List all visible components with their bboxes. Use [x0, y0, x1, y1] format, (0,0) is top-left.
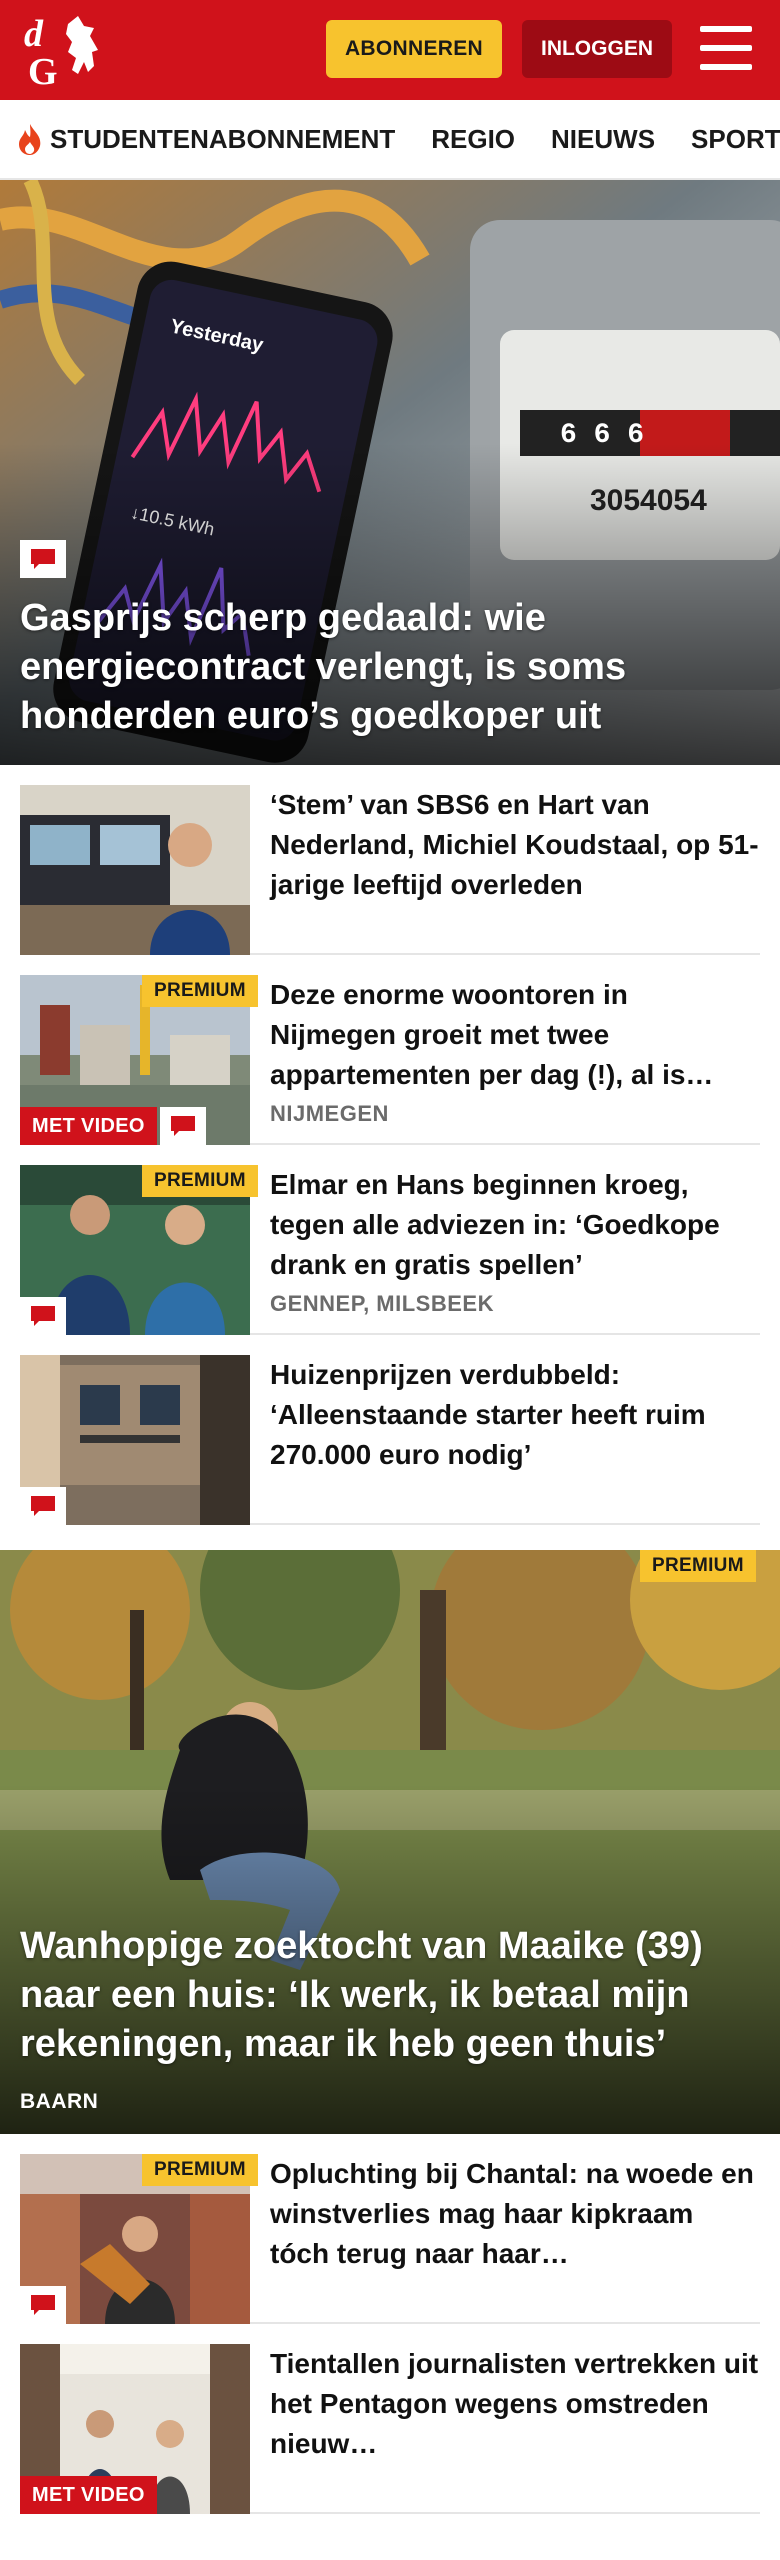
nav-label: STUDENTENABONNEMENT [50, 123, 396, 154]
comment-icon [20, 2286, 66, 2324]
article-title: Opluchting bij Chantal: na woede en wins… [270, 2158, 754, 2269]
comment-icon [160, 1107, 206, 1145]
list-item[interactable]: PREMIUM Opluchting bij Chantal: na woede… [20, 2134, 760, 2324]
article-title: Huizenprijzen verdubbeld: ‘Alleenstaande… [270, 1359, 706, 1470]
logo-icon: d G [24, 13, 98, 90]
premium-badge: PREMIUM [142, 1165, 258, 1197]
premium-badge: PREMIUM [640, 1550, 756, 1582]
comment-icon [20, 1487, 66, 1525]
top-header: d G ABONNEREN INLOGGEN [0, 0, 780, 100]
comment-icon [20, 1297, 66, 1335]
nav-item-sport[interactable]: SPORT [691, 124, 780, 155]
list-item[interactable]: MET VIDEO Tientallen journalisten vertre… [20, 2324, 760, 2514]
subscribe-button[interactable]: ABONNEREN [326, 20, 502, 78]
nav-item-nieuws[interactable]: NIEUWS [551, 124, 655, 155]
hero-article-maaike[interactable]: PREMIUM Wanhopige zoektocht van Maaike (… [0, 1550, 780, 2134]
list-item[interactable]: PREMIUM MET VIDEO Deze enorme woontoren … [20, 955, 760, 1145]
article-location: NIJMEGEN [270, 1101, 389, 1126]
premium-badge: PREMIUM [142, 975, 258, 1007]
article-location: GENNEP, MILSBEEK [270, 1291, 494, 1316]
article-title: Elmar en Hans beginnen kroeg, tegen alle… [270, 1169, 720, 1280]
hero-article-gasprijs[interactable]: 6 6 6 3054054 Yesterday ↓10.5 kWh Gaspri… [0, 180, 780, 765]
svg-text:G: G [28, 51, 58, 90]
article-thumbnail [20, 785, 250, 955]
article-location: BAARN [20, 2090, 99, 2113]
list-item[interactable]: ‘Stem’ van SBS6 en Hart van Nederland, M… [20, 765, 760, 955]
section-nav: STUDENTENABONNEMENT REGIO NIEUWS SPORT K [0, 100, 780, 180]
nav-item-regio[interactable]: REGIO [431, 124, 515, 155]
premium-badge: PREMIUM [142, 2154, 258, 2186]
site-logo[interactable]: d G [20, 10, 110, 90]
flame-icon [19, 124, 41, 155]
hero-title: Wanhopige zoektocht van Maaike (39) naar… [20, 1925, 703, 2065]
svg-text:d: d [24, 13, 44, 55]
video-badge: MET VIDEO [20, 1107, 157, 1145]
nav-item-studentenabonnement[interactable]: STUDENTENABONNEMENT [16, 122, 395, 156]
article-title: Deze enorme woontoren in Nijmegen groeit… [270, 979, 714, 1090]
article-title: ‘Stem’ van SBS6 en Hart van Nederland, M… [270, 789, 759, 900]
video-badge: MET VIDEO [20, 2476, 157, 2514]
article-title: Tientallen journalisten vertrekken uit h… [270, 2348, 759, 2459]
hamburger-menu-icon[interactable] [700, 26, 752, 70]
list-item[interactable]: PREMIUM Elmar en Hans beginnen kroeg, te… [20, 1145, 760, 1335]
login-button[interactable]: INLOGGEN [522, 20, 672, 78]
list-item[interactable]: Huizenprijzen verdubbeld: ‘Alleenstaande… [20, 1335, 760, 1525]
hero-title: Gasprijs scherp gedaald: wie energiecont… [20, 597, 627, 737]
comment-icon [20, 540, 66, 578]
